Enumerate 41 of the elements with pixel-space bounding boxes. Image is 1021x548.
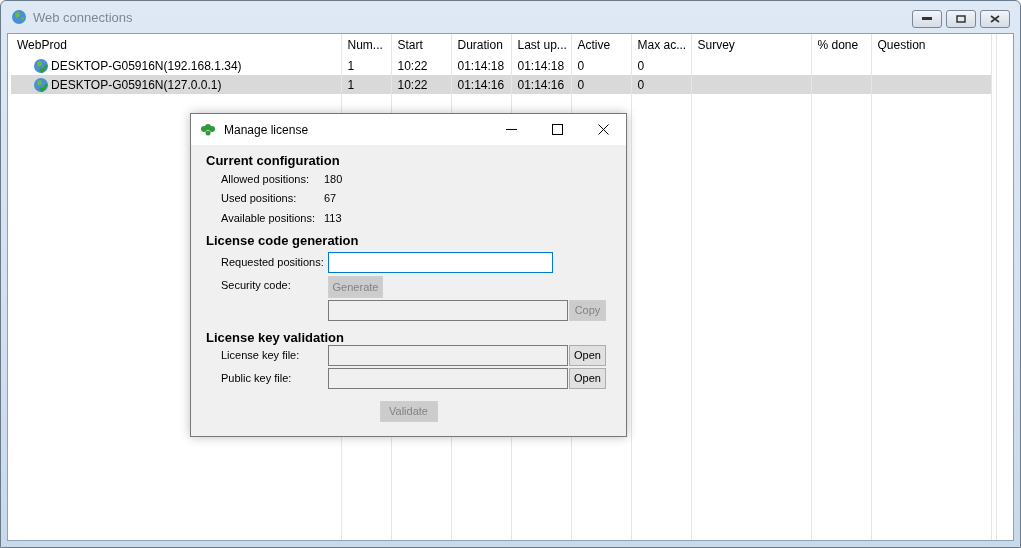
close-icon xyxy=(990,15,1000,23)
close-button[interactable] xyxy=(980,10,1010,28)
table-row[interactable]: DESKTOP-G05916N(127.0.0.1) 1 10:22 01:14:16 01:14:16 0 0 xyxy=(11,75,997,94)
table-cell: 01:14:16 xyxy=(511,75,571,94)
open-button[interactable]: Open xyxy=(569,367,606,389)
field-label: License key file: xyxy=(221,349,301,361)
globe-icon xyxy=(11,9,27,25)
stat-value: 113 xyxy=(324,211,342,224)
section-heading: License key validation xyxy=(206,329,345,345)
globe-check-icon xyxy=(33,57,49,74)
field-label: Security code: xyxy=(221,278,292,291)
section-heading: License code generation xyxy=(206,232,360,248)
stat-value: 67 xyxy=(324,192,337,205)
stat-label: Used positions: xyxy=(221,192,298,205)
field-label: Public key file: xyxy=(221,372,293,384)
stat-value: 180 xyxy=(324,172,343,185)
table-cell: 01:14:16 xyxy=(451,75,511,94)
maximize-icon xyxy=(551,124,563,135)
table-cell: 1 xyxy=(341,75,391,94)
minimize-icon xyxy=(922,17,932,21)
table-row[interactable]: DESKTOP-G05916N(192.168.1.34) 1 10:22 01:14:18 01:14:18 0 0 xyxy=(11,56,997,75)
minimize-button[interactable] xyxy=(912,10,942,28)
restore-button[interactable] xyxy=(946,10,976,28)
positions-input-field[interactable] xyxy=(328,251,553,273)
host-name: DESKTOP-G05916N(127.0.0.1) xyxy=(51,77,222,92)
globe-check-icon xyxy=(33,76,49,93)
table-cell: 10:22 xyxy=(391,75,451,94)
clover-icon xyxy=(200,123,216,136)
stat-label: Available positions: xyxy=(221,211,316,224)
dialog-title: Manage license xyxy=(224,122,309,137)
restore-icon xyxy=(956,15,966,23)
table-cell: 0 xyxy=(571,75,631,94)
open-button[interactable]: Open xyxy=(569,344,606,366)
field-label: Requested positions: xyxy=(221,256,325,268)
section-heading: Current configuration xyxy=(206,153,341,168)
minimize-icon xyxy=(505,128,517,131)
close-icon xyxy=(597,124,609,135)
host-name: DESKTOP-G05916N(192.168.1.34) xyxy=(51,58,242,73)
table-cell: 0 xyxy=(631,75,691,94)
stat-label: Allowed positions: xyxy=(221,172,311,185)
window-title: Web connections xyxy=(33,9,133,25)
